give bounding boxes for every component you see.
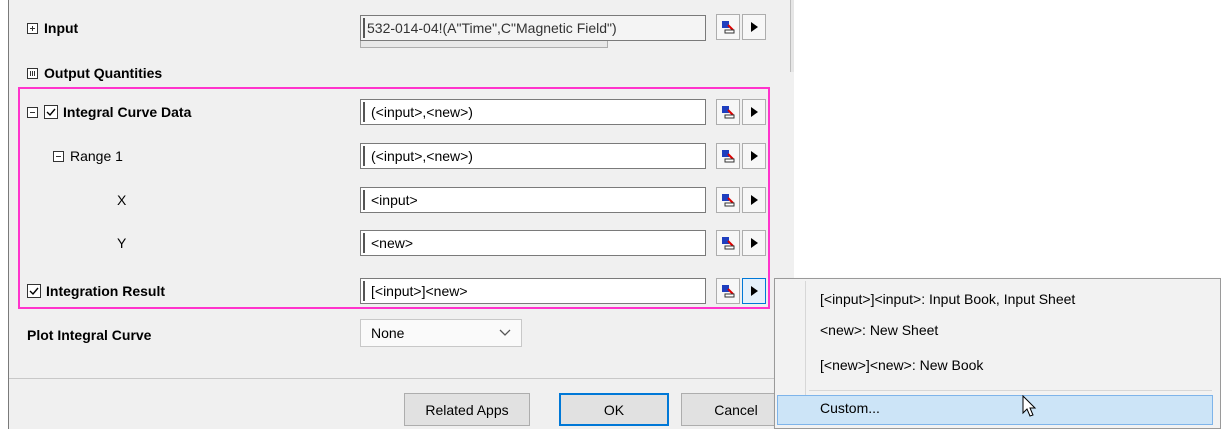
input-row-label-wrap[interactable]: Input — [27, 20, 78, 36]
menu-gutter — [805, 281, 806, 398]
plot-integral-curve-value: None — [371, 325, 405, 341]
plot-integral-curve-label: Plot Integral Curve — [27, 327, 152, 343]
input-arrow-button[interactable] — [742, 14, 766, 40]
ok-label: OK — [603, 401, 625, 418]
input-select-button[interactable] — [716, 14, 740, 40]
menu-item-new-sheet[interactable]: <new>: New Sheet — [820, 322, 938, 338]
ok-button[interactable]: OK — [559, 393, 669, 426]
menu-item-input-book[interactable]: [<input>]<input>: Input Book, Input Shee… — [820, 291, 1075, 307]
range-select-icon — [722, 21, 735, 34]
grid-toggle-icon[interactable] — [27, 67, 38, 79]
footer-divider — [9, 378, 794, 379]
input-range-field[interactable]: 532-014-04!(A"Time",C"Magnetic Field") — [360, 15, 706, 41]
triangle-right-icon — [751, 22, 758, 32]
menu-item-new-book[interactable]: [<new>]<new>: New Book — [820, 357, 983, 373]
output-context-menu: [<input>]<input>: Input Book, Input Shee… — [774, 278, 1221, 429]
output-quantities-label: Output Quantities — [44, 65, 163, 81]
input-range-value: 532-014-04!(A"Time",C"Magnetic Field") — [367, 20, 617, 36]
cancel-label: Cancel — [714, 401, 758, 418]
plot-integral-curve-row: Plot Integral Curve — [27, 327, 151, 343]
related-apps-button[interactable]: Related Apps — [404, 393, 530, 426]
menu-separator — [809, 390, 1212, 391]
input-label: Input — [44, 20, 79, 36]
chevron-down-icon — [499, 329, 511, 336]
related-apps-label: Related Apps — [425, 401, 509, 418]
output-highlight-box — [18, 87, 770, 309]
output-quantities-header[interactable]: Output Quantities — [27, 65, 162, 81]
plot-integral-curve-select[interactable]: None — [360, 319, 522, 347]
expand-icon[interactable] — [27, 22, 38, 34]
mouse-pointer-icon — [1022, 395, 1037, 417]
menu-item-custom[interactable]: Custom... — [820, 400, 880, 416]
input-field-shadow — [360, 41, 608, 48]
dialog-edge — [790, 0, 794, 72]
